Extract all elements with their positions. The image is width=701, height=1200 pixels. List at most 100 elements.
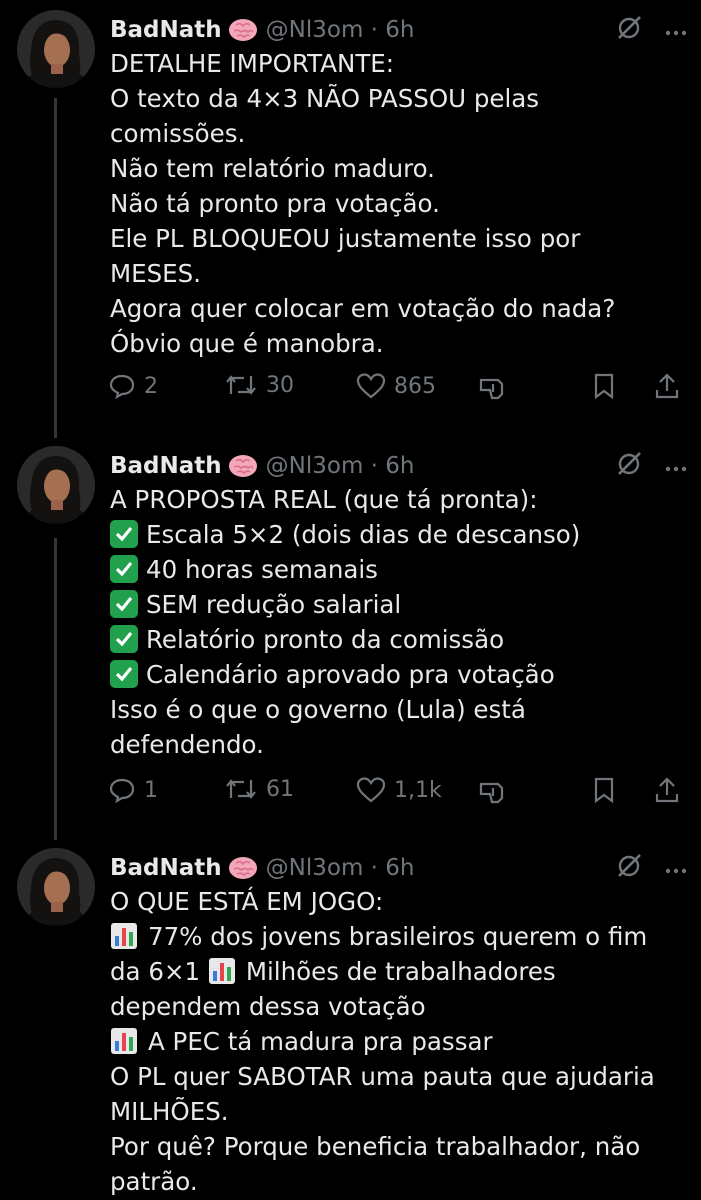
more-icon[interactable] [665, 859, 687, 878]
like-count: 865 [394, 373, 436, 399]
tweet-line: Óbvio que é manobra. [110, 329, 384, 358]
tweet-line: A PROPOSTA REAL (que tá pronta): [110, 485, 538, 514]
reply-count: 1 [144, 777, 158, 803]
action-bar: 2 30 865 [108, 372, 688, 412]
repost-count: 30 [266, 372, 294, 398]
check-mark-emoji [110, 555, 138, 583]
checklist-item: Calendário aprovado pra votação [110, 657, 690, 692]
tweet-line: Por quê? Porque beneficia trabalhador, n… [110, 1132, 641, 1161]
tweet-line: Isso é o que o governo (Lula) está [110, 695, 526, 724]
repost-icon [226, 375, 256, 395]
handle-and-time[interactable]: @Nl3om · 6h [266, 17, 415, 43]
more-icon[interactable] [665, 457, 687, 476]
brain-emoji [228, 855, 258, 881]
checklist-text: SEM redução salarial [146, 590, 402, 619]
checklist-item: SEM redução salarial [110, 587, 690, 622]
handle-and-time[interactable]: @Nl3om · 6h [266, 453, 415, 479]
share-icon [655, 373, 679, 399]
tweet-text-segment: da 6×1 [110, 957, 201, 986]
tweet-line: 77% dos jovens brasileiros querem o fim [110, 919, 690, 954]
avatar[interactable] [17, 446, 95, 524]
repost-button[interactable]: 30 [224, 372, 294, 398]
heart-icon [356, 373, 386, 399]
tweet[interactable]: BadNath @Nl3om · 6h A PROPOSTA REAL (que… [0, 446, 701, 826]
like-button[interactable]: 1,1k [356, 776, 442, 804]
tweet-text-segment: Milhões de trabalhadores [245, 957, 556, 986]
grok-icon[interactable] [615, 14, 643, 46]
stats-icon [479, 782, 504, 804]
tweet-text: DETALHE IMPORTANTE: O texto da 4×3 NÃO P… [110, 46, 690, 361]
tweet-line: Não tá pronto pra votação. [110, 189, 440, 218]
tweet-line: O QUE ESTÁ EM JOGO: [110, 887, 384, 916]
tweet-header: BadNath @Nl3om · 6h [110, 848, 415, 888]
tweet[interactable]: BadNath @Nl3om · 6h O QUE ESTÁ EM JOGO: … [0, 848, 701, 1200]
reply-button[interactable]: 1 [108, 776, 158, 804]
repost-button[interactable]: 61 [224, 776, 294, 802]
reply-button[interactable]: 2 [108, 372, 158, 400]
tweet-line: DETALHE IMPORTANTE: [110, 49, 395, 78]
reply-icon [109, 374, 135, 400]
tweet-line: da 6×1 Milhões de trabalhadores [110, 954, 690, 989]
tweet-line: MILHÕES. [110, 1097, 229, 1126]
check-mark-emoji [110, 590, 138, 618]
tweet-line: A PEC tá madura pra passar [110, 1024, 690, 1059]
tweet-line: MESES. [110, 259, 201, 288]
bar-chart-emoji [208, 957, 236, 985]
like-button[interactable]: 865 [356, 372, 436, 400]
check-mark-emoji [110, 625, 138, 653]
display-name[interactable]: BadNath [110, 17, 222, 43]
tweet-line: patrão. [110, 1167, 198, 1196]
repost-icon [226, 779, 256, 799]
grok-icon[interactable] [615, 450, 643, 482]
tweet-line: O texto da 4×3 NÃO PASSOU pelas [110, 84, 540, 113]
checklist-text: Relatório pronto da comissão [146, 625, 505, 654]
check-mark-emoji [110, 520, 138, 548]
brain-emoji [228, 453, 258, 479]
checklist-text: Calendário aprovado pra votação [146, 660, 555, 689]
tweet-line: O PL quer SABOTAR uma pauta que ajudaria [110, 1062, 655, 1091]
like-count: 1,1k [394, 777, 442, 803]
reply-count: 2 [144, 373, 158, 399]
display-name[interactable]: BadNath [110, 453, 222, 479]
bookmark-button[interactable] [592, 372, 616, 400]
tweet-header: BadNath @Nl3om · 6h [110, 10, 415, 50]
tweet-text: A PROPOSTA REAL (que tá pronta): Escala … [110, 482, 690, 762]
tweet-line: comissões. [110, 119, 246, 148]
avatar[interactable] [17, 848, 95, 926]
tweet[interactable]: BadNath @Nl3om · 6h DETALHE IMPORTANTE: … [0, 10, 701, 430]
tweet-text-segment: 77% dos jovens brasileiros querem o fim [148, 922, 648, 951]
checklist-item: Relatório pronto da comissão [110, 622, 690, 657]
checklist-item: 40 horas semanais [110, 552, 690, 587]
bookmark-icon [594, 777, 614, 804]
tweet-text-segment: A PEC tá madura pra passar [148, 1027, 493, 1056]
reply-icon [109, 778, 135, 804]
action-bar: 1 61 1,1k [108, 776, 688, 816]
check-mark-emoji [110, 660, 138, 688]
display-name[interactable]: BadNath [110, 855, 222, 881]
bookmark-icon [594, 373, 614, 400]
bookmark-button[interactable] [592, 776, 616, 804]
stats-button[interactable] [478, 372, 508, 402]
tweet-line: dependem dessa votação [110, 992, 426, 1021]
tweet-line: Não tem relatório maduro. [110, 154, 435, 183]
checklist-text: 40 horas semanais [146, 555, 378, 584]
checklist-text: Escala 5×2 (dois dias de descanso) [146, 520, 581, 549]
share-button[interactable] [654, 372, 680, 400]
checklist-item: Escala 5×2 (dois dias de descanso) [110, 517, 690, 552]
stats-icon [479, 378, 504, 400]
share-button[interactable] [654, 776, 680, 804]
heart-icon [356, 777, 386, 803]
handle-and-time[interactable]: @Nl3om · 6h [266, 855, 415, 881]
grok-icon[interactable] [615, 852, 643, 884]
tweet-line: defendendo. [110, 730, 264, 759]
bar-chart-emoji [110, 1027, 138, 1055]
tweet-line: Agora quer colocar em votação do nada? [110, 294, 616, 323]
more-icon[interactable] [665, 21, 687, 40]
stats-button[interactable] [478, 776, 508, 806]
tweet-text: O QUE ESTÁ EM JOGO: 77% dos jovens brasi… [110, 884, 690, 1199]
avatar[interactable] [17, 10, 95, 88]
share-icon [655, 777, 679, 803]
brain-emoji [228, 17, 258, 43]
tweet-line: Ele PL BLOQUEOU justamente isso por [110, 224, 581, 253]
tweet-header: BadNath @Nl3om · 6h [110, 446, 415, 486]
